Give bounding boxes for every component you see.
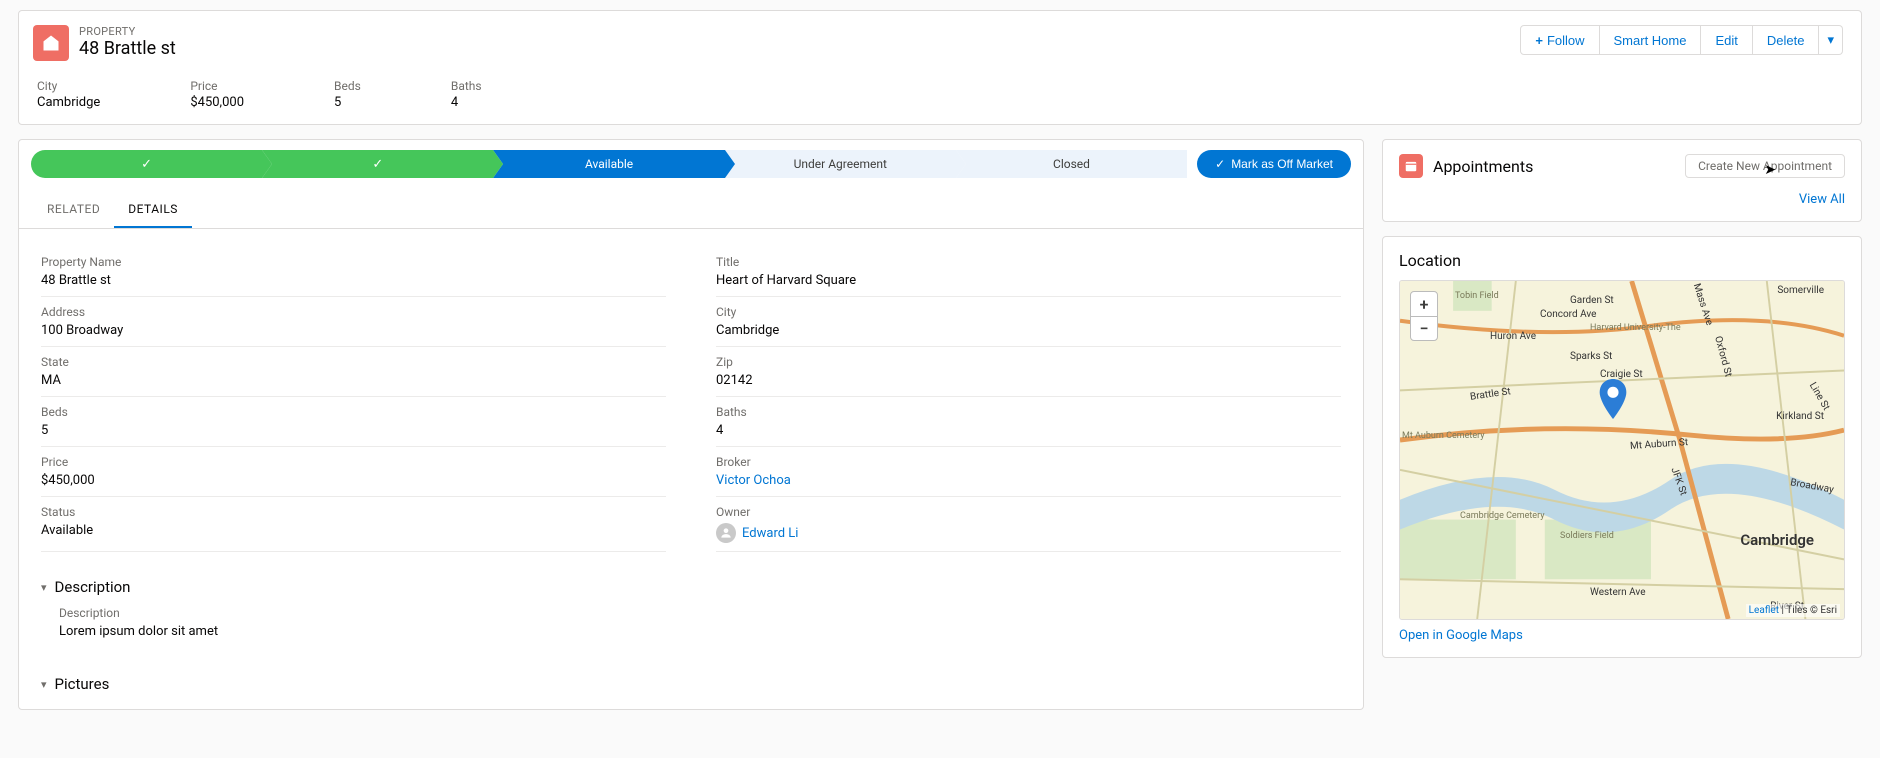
check-icon: ✓ — [141, 157, 152, 172]
summary-baths: Baths 4 — [451, 79, 482, 110]
field-status: Status Available — [41, 497, 666, 552]
sales-path: ✓ ✓ Available Under Agreement Closed ✓ M… — [19, 140, 1363, 188]
path-stage-closed[interactable]: Closed — [956, 150, 1187, 178]
path-stage-complete-2[interactable]: ✓ — [262, 150, 493, 178]
field-state: State MA — [41, 347, 666, 397]
tab-related[interactable]: RELATED — [33, 192, 114, 228]
field-city: City Cambridge — [716, 297, 1341, 347]
map-label: Soldiers Field — [1560, 531, 1614, 541]
field-baths: Baths 4 — [716, 397, 1341, 447]
create-appointment-button[interactable]: Create New Appointment — [1685, 154, 1845, 178]
field-owner: Owner Edward Li — [716, 497, 1341, 552]
property-object-icon — [33, 25, 69, 61]
appointments-panel: Appointments Create New Appointment ➤ Vi… — [1382, 139, 1862, 222]
record-tabs: RELATED DETAILS — [19, 192, 1363, 229]
delete-button[interactable]: Delete — [1753, 25, 1820, 55]
more-actions-button[interactable]: ▾ — [1819, 25, 1843, 55]
leaflet-link[interactable]: Leaflet — [1749, 605, 1779, 616]
map-label: Western Ave — [1590, 587, 1646, 598]
summary-beds: Beds 5 — [334, 79, 361, 110]
section-pictures: ▾ Pictures — [19, 659, 1363, 709]
map-label: Garden St — [1570, 295, 1614, 306]
follow-button[interactable]: + Follow — [1520, 25, 1599, 55]
map-label: Cambridge Cemetery — [1460, 511, 1544, 521]
map-attribution: Leaflet | Tiles © Esri — [1746, 604, 1840, 617]
map-zoom-control: + − — [1410, 291, 1438, 341]
map-label: Huron Ave — [1490, 331, 1536, 342]
map-label: Tobin Field — [1455, 291, 1499, 301]
detail-fields: Property Name 48 Brattle st Title Heart … — [19, 229, 1363, 562]
field-price: Price $450,000 — [41, 447, 666, 497]
owner-link[interactable]: Edward Li — [742, 526, 798, 541]
zoom-out-button[interactable]: − — [1411, 316, 1437, 340]
field-beds: Beds 5 — [41, 397, 666, 447]
map-label: Concord Ave — [1540, 309, 1596, 320]
check-icon: ✓ — [1215, 157, 1225, 171]
summary-price: Price $450,000 — [190, 79, 244, 110]
chevron-down-icon: ▾ — [41, 678, 47, 691]
tab-details[interactable]: DETAILS — [114, 192, 192, 228]
location-title: Location — [1399, 251, 1845, 270]
smart-home-button[interactable]: Smart Home — [1600, 25, 1702, 55]
map-label: Mt Auburn Cemetery — [1402, 431, 1485, 441]
avatar-icon — [716, 523, 736, 543]
record-header: PROPERTY 48 Brattle st + Follow Smart Ho… — [18, 10, 1862, 125]
map-marker-icon — [1599, 379, 1627, 423]
path-stage-available[interactable]: Available — [493, 150, 724, 178]
field-property-name: Property Name 48 Brattle st — [41, 247, 666, 297]
record-type-label: PROPERTY — [79, 25, 176, 38]
map-label: Kirkland St — [1776, 411, 1824, 422]
map-label: Sparks St — [1570, 351, 1612, 362]
appointments-title: Appointments — [1433, 157, 1533, 176]
location-panel: Location — [1382, 236, 1862, 658]
edit-button[interactable]: Edit — [1701, 25, 1752, 55]
plus-icon: + — [1535, 33, 1543, 48]
view-all-link[interactable]: View All — [1799, 192, 1845, 207]
main-panel: ✓ ✓ Available Under Agreement Closed ✓ M… — [18, 139, 1364, 710]
open-google-maps-link[interactable]: Open in Google Maps — [1399, 628, 1523, 643]
map-label: Somerville — [1777, 285, 1824, 296]
field-zip: Zip 02142 — [716, 347, 1341, 397]
broker-link[interactable]: Victor Ochoa — [716, 473, 1341, 488]
field-title: Title Heart of Harvard Square — [716, 247, 1341, 297]
check-icon: ✓ — [372, 157, 383, 172]
map-label: Craigie St — [1600, 369, 1643, 380]
field-broker: Broker Victor Ochoa — [716, 447, 1341, 497]
zoom-in-button[interactable]: + — [1411, 292, 1437, 316]
map-label: Harvard University-The — [1590, 323, 1681, 333]
map-label-cambridge: Cambridge — [1740, 531, 1814, 549]
calendar-icon — [1399, 154, 1423, 178]
section-toggle-pictures[interactable]: ▾ Pictures — [41, 669, 1341, 699]
path-stage-complete-1[interactable]: ✓ — [31, 150, 262, 178]
field-address: Address 100 Broadway — [41, 297, 666, 347]
mark-off-market-button[interactable]: ✓ Mark as Off Market — [1197, 150, 1351, 178]
chevron-down-icon: ▾ — [1827, 32, 1834, 48]
section-toggle-description[interactable]: ▾ Description — [41, 572, 1341, 602]
summary-city: City Cambridge — [37, 79, 100, 110]
header-actions: + Follow Smart Home Edit Delete ▾ — [1520, 25, 1843, 55]
record-title: 48 Brattle st — [79, 38, 176, 59]
chevron-down-icon: ▾ — [41, 581, 47, 594]
section-description: ▾ Description Description Lorem ipsum do… — [19, 562, 1363, 659]
path-stage-under-agreement[interactable]: Under Agreement — [725, 150, 956, 178]
map[interactable]: + − Cambridge Mt Auburn St Concord Ave G… — [1399, 280, 1845, 620]
